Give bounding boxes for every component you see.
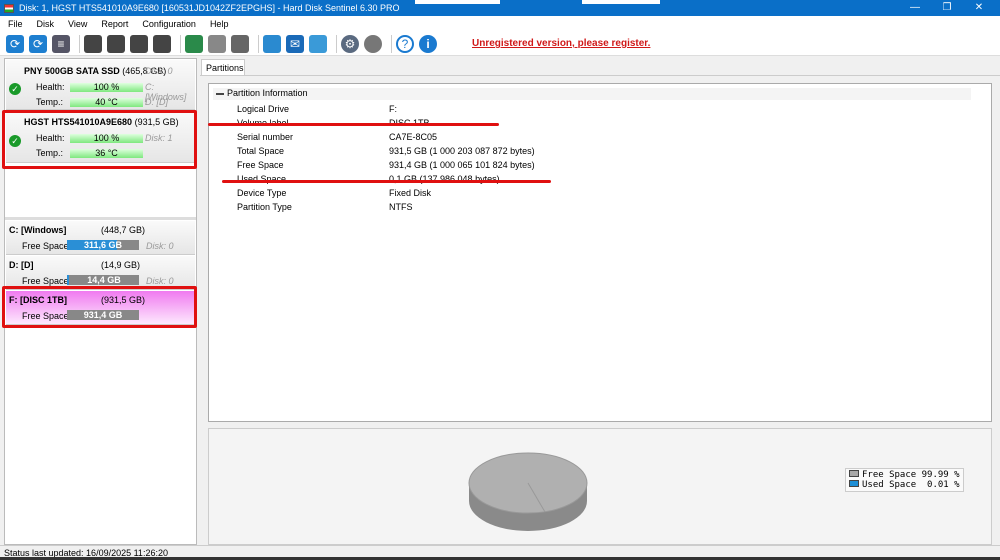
legend-used: Used Space 0.01 % — [862, 480, 960, 490]
disk-ok-icon[interactable] — [130, 34, 148, 53]
app-icon — [4, 3, 14, 13]
annotation-underline-used — [222, 180, 551, 183]
info-key: Total Space — [237, 146, 285, 156]
partition-item-d[interactable]: D: [D] (14,9 GB) Free Space 14,4 GB Disk… — [6, 256, 195, 290]
separator — [79, 34, 80, 53]
disk-item-0[interactable]: PNY 500GB SATA SSD (465,8 GB) Disk: 0 ✓ … — [6, 60, 195, 110]
disk-number: Disk: 0 — [146, 276, 174, 286]
info-value: 931,5 GB (1 000 203 087 872 bytes) — [389, 146, 535, 156]
partition-name: D: [D] — [9, 260, 34, 270]
temp-bar: 40 °C — [70, 97, 143, 107]
disk-icon[interactable]: ≡ — [52, 34, 70, 53]
free-space-label: Free Space — [22, 276, 69, 286]
disk-search-icon[interactable] — [153, 34, 171, 53]
title-overlay — [582, 0, 660, 4]
partition-info-panel: Partition Information Logical DriveF:Vol… — [208, 83, 992, 422]
toolbar: ⟳ ⟳ ≡ ✉ ⚙ ? i Unregistered version, plea… — [0, 32, 1000, 56]
help-icon[interactable]: ? — [396, 34, 414, 53]
info-value: CA7E-8C05 — [389, 132, 438, 142]
partition-item-c[interactable]: C: [Windows] (448,7 GB) Free Space 311,6… — [6, 221, 195, 255]
health-label: Health: — [36, 82, 65, 92]
free-space-label: Free Space — [22, 241, 69, 251]
partition-info-header[interactable]: Partition Information — [213, 88, 971, 100]
email-icon[interactable]: ✉ — [286, 34, 304, 53]
info-key: Serial number — [237, 132, 294, 142]
disk-number: Disk: 0 — [145, 66, 173, 76]
legend-swatch-used — [849, 480, 859, 487]
health-ok-icon: ✓ — [9, 83, 21, 95]
menu-report[interactable]: Report — [101, 19, 128, 29]
info-key: Partition Type — [237, 202, 292, 212]
annotation-box-f — [2, 286, 197, 328]
health-bar: 100 % — [70, 82, 143, 92]
partition-size: (14,9 GB) — [101, 260, 141, 270]
partition-d: D: [D] — [145, 97, 169, 107]
camera-icon[interactable] — [208, 34, 226, 53]
free-space-bar: 14,4 GB — [67, 275, 139, 285]
legend-free: Free Space 99.99 % — [862, 470, 960, 480]
annotation-box-hgst — [2, 110, 197, 169]
annotation-underline-volume — [208, 123, 499, 126]
menu-help[interactable]: Help — [210, 19, 229, 29]
chart-legend: Free Space 99.99 % Used Space 0.01 % — [845, 468, 964, 492]
tab-partitions[interactable]: Partitions — [201, 59, 245, 75]
menu-bar: File Disk View Report Configuration Help — [0, 16, 1000, 32]
title-bar: Disk: 1, HGST HTS541010A9E680 [160531JD1… — [0, 0, 1000, 16]
report-icon[interactable] — [263, 34, 281, 53]
title-overlay — [415, 0, 500, 4]
disk-number: Disk: 0 — [146, 241, 174, 251]
partition-name: C: [Windows] — [9, 225, 67, 235]
info-value: 931,4 GB (1 000 065 101 824 bytes) — [389, 160, 535, 170]
disk-schedule-icon[interactable] — [107, 34, 125, 53]
info-key: Free Space — [237, 160, 284, 170]
refresh-warning-icon[interactable]: ⟳ — [29, 34, 47, 53]
network-icon[interactable] — [309, 34, 327, 53]
partition-size: (448,7 GB) — [101, 225, 146, 235]
info-icon[interactable]: i — [419, 34, 437, 53]
minimize-button[interactable]: — — [900, 0, 930, 16]
disk-test-icon[interactable] — [84, 34, 102, 53]
free-space-bar: 311,6 GB — [67, 240, 139, 250]
info-value: NTFS — [389, 202, 413, 212]
window-title: Disk: 1, HGST HTS541010A9E680 [160531JD1… — [19, 3, 400, 13]
separator — [258, 34, 259, 53]
tab-divider — [200, 75, 1000, 76]
menu-configuration[interactable]: Configuration — [142, 19, 196, 29]
close-button[interactable]: ✕ — [964, 0, 994, 16]
separator — [391, 34, 392, 53]
info-key: Logical Drive — [237, 104, 290, 114]
settings-gear-icon[interactable]: ⚙ — [341, 34, 359, 53]
refresh-icon[interactable]: ⟳ — [6, 34, 24, 53]
separator — [180, 34, 181, 53]
maximize-button[interactable]: ❐ — [932, 0, 962, 16]
info-value: F: — [389, 104, 397, 114]
legend-swatch-free — [849, 470, 859, 477]
temp-label: Temp.: — [36, 97, 64, 107]
menu-disk[interactable]: Disk — [37, 19, 55, 29]
network-disk-icon[interactable] — [185, 34, 203, 53]
sound-icon[interactable] — [364, 34, 382, 53]
register-link[interactable]: Unregistered version, please register. — [472, 38, 650, 49]
computer-icon[interactable] — [231, 34, 249, 53]
separator — [336, 34, 337, 53]
info-value: Fixed Disk — [389, 188, 432, 198]
splitter[interactable] — [5, 217, 196, 220]
usage-chart-panel: Free Space 99.99 % Used Space 0.01 % — [208, 428, 992, 545]
menu-file[interactable]: File — [8, 19, 23, 29]
info-key: Device Type — [237, 188, 287, 198]
menu-view[interactable]: View — [68, 19, 87, 29]
